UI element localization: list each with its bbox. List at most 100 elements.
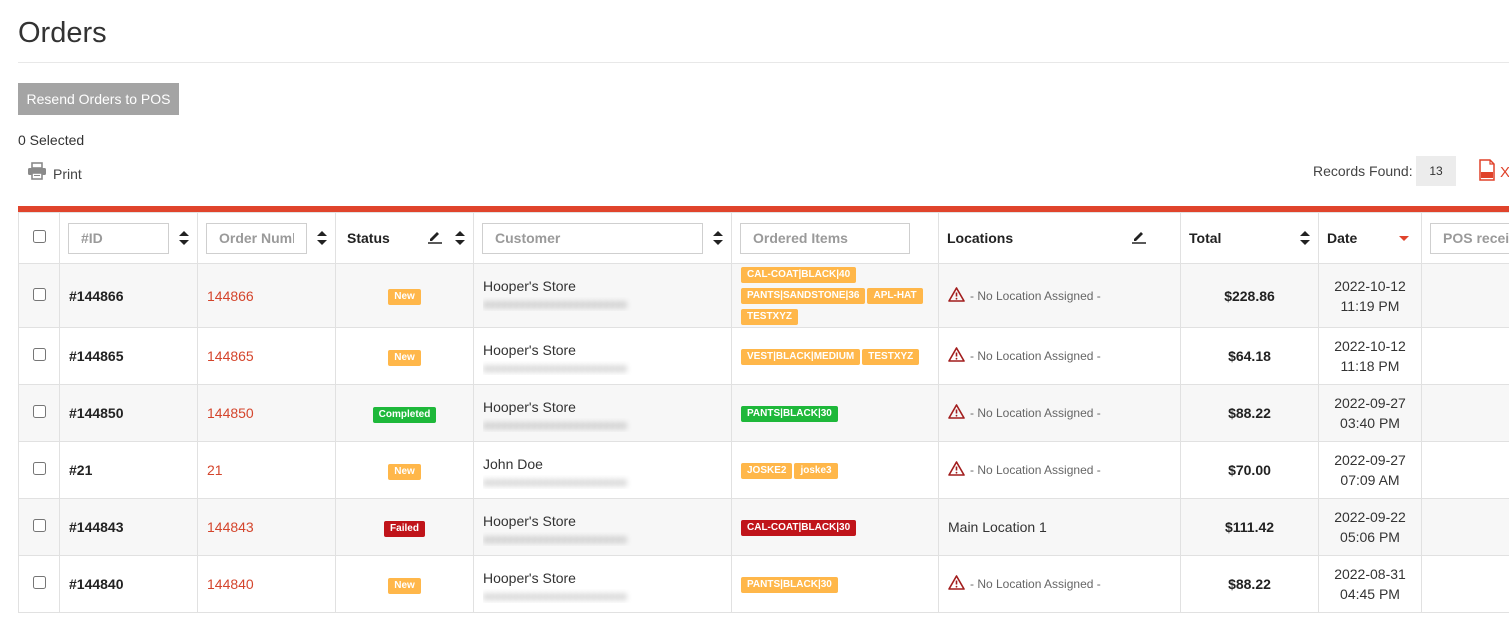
pos-receipt: - — [1421, 555, 1509, 613]
id-filter-input[interactable] — [68, 222, 169, 254]
pos-receipt: - — [1421, 327, 1509, 385]
order-id: #144850 — [59, 384, 198, 442]
order-number-link[interactable]: 144866 — [197, 263, 336, 328]
row-checkbox[interactable] — [32, 405, 46, 418]
order-number-link[interactable]: 144840 — [197, 555, 336, 613]
sort-icon[interactable] — [455, 231, 465, 245]
resend-orders-button[interactable]: Resend Orders to POS — [18, 83, 179, 115]
order-number-link[interactable]: 144865 — [197, 327, 336, 385]
pos-receipt: - — [1421, 498, 1509, 556]
title-divider — [18, 62, 1509, 63]
warning-icon — [948, 461, 965, 479]
sort-icon[interactable] — [317, 231, 327, 245]
order-number-link[interactable]: 144850 — [197, 384, 336, 442]
edit-icon[interactable] — [427, 229, 443, 247]
status-cell: Failed — [335, 498, 474, 556]
status-badge: Failed — [384, 520, 425, 537]
status-cell: New — [335, 555, 474, 613]
customer-cell: Hooper's Store xxxxxxxxxxxxxxxxxxxxxxxx — [473, 327, 732, 385]
customer-cell: Hooper's Store xxxxxxxxxxxxxxxxxxxxxxxx — [473, 555, 732, 613]
ordered-items-cell: PANTS|BLACK|30 — [731, 384, 939, 442]
sort-desc-icon[interactable] — [1399, 235, 1409, 241]
location-cell: - No Location Assigned - — [938, 263, 1181, 328]
order-date-cell: 2022-09-27 07:09 AM — [1318, 441, 1422, 499]
ordered-items-cell: CAL-COAT|BLACK|30 — [731, 498, 939, 556]
order-date: 2022-10-12 — [1334, 338, 1406, 354]
order-date: 2022-10-12 — [1334, 277, 1406, 294]
print-button[interactable]: Print — [27, 162, 82, 185]
order-time: 04:45 PM — [1340, 586, 1400, 602]
item-chip: joske3 — [794, 462, 838, 479]
order-id: #21 — [59, 441, 198, 499]
item-chip: VEST|BLACK|MEDIUM — [741, 348, 861, 365]
item-chip: PANTS|SANDSTONE|36 — [741, 288, 866, 304]
ordered-items-filter-input[interactable] — [740, 222, 910, 254]
customer-cell: Hooper's Store xxxxxxxxxxxxxxxxxxxxxxxx — [473, 263, 732, 328]
customer-email-redacted: xxxxxxxxxxxxxxxxxxxxxxxx — [483, 589, 627, 603]
print-label: Print — [53, 165, 82, 182]
order-date-cell: 2022-10-12 11:19 PM — [1318, 263, 1422, 328]
customer-name: Hooper's Store — [483, 570, 576, 586]
header-status: Status — [335, 212, 474, 264]
order-date-cell: 2022-10-12 11:18 PM — [1318, 327, 1422, 385]
table-row[interactable]: #144840 144840 New Hooper's Store xxxxxx… — [18, 555, 1509, 613]
header-customer — [473, 212, 732, 264]
item-chip: PANTS|BLACK|30 — [741, 576, 838, 593]
customer-filter-input[interactable] — [482, 222, 703, 254]
pos-receipt-filter-input[interactable] — [1430, 222, 1509, 254]
records-found-count: 13 — [1416, 156, 1456, 186]
location-name: Main Location 1 — [948, 519, 1047, 535]
xls-file-icon — [1478, 159, 1496, 186]
order-number-link[interactable]: 21 — [197, 441, 336, 499]
location-cell: - No Location Assigned - — [938, 327, 1181, 385]
table-row[interactable]: #144866 144866 New Hooper's Store xxxxxx… — [18, 263, 1509, 328]
header-order-number — [197, 212, 336, 264]
customer-cell: Hooper's Store xxxxxxxxxxxxxxxxxxxxxxxx — [473, 498, 732, 556]
header-ordered-items — [731, 212, 939, 264]
select-all-checkbox[interactable] — [32, 230, 46, 243]
location-cell: - No Location Assigned - — [938, 384, 1181, 442]
location-cell: - No Location Assigned - — [938, 441, 1181, 499]
sort-icon[interactable] — [713, 231, 723, 245]
order-number-filter-input[interactable] — [206, 222, 307, 254]
no-location-indicator: - No Location Assigned - — [948, 404, 1180, 422]
ordered-items-cell: PANTS|BLACK|30 — [731, 555, 939, 613]
order-date: 2022-09-22 — [1334, 509, 1406, 525]
status-badge: New — [388, 577, 421, 594]
ordered-items-cell: CAL-COAT|BLACK|40 PANTS|SANDSTONE|36 APL-H… — [731, 263, 939, 328]
sort-icon[interactable] — [179, 231, 189, 245]
order-date-cell: 2022-09-27 03:40 PM — [1318, 384, 1422, 442]
row-checkbox[interactable] — [32, 576, 46, 589]
customer-name: Hooper's Store — [483, 342, 576, 358]
sort-icon[interactable] — [1300, 231, 1310, 245]
table-row[interactable]: #144865 144865 New Hooper's Store xxxxxx… — [18, 327, 1509, 385]
order-number-link[interactable]: 144843 — [197, 498, 336, 556]
export-xls-button[interactable]: X — [1478, 159, 1509, 186]
row-select-cell — [18, 384, 60, 442]
date-header-label: Date — [1327, 230, 1358, 246]
order-id: #144866 — [59, 263, 198, 328]
customer-name: Hooper's Store — [483, 513, 576, 529]
row-checkbox[interactable] — [32, 519, 46, 532]
header-date: Date — [1318, 212, 1422, 264]
order-time: 11:19 PM — [1340, 297, 1400, 314]
table-row[interactable]: #144843 144843 Failed Hooper's Store xxx… — [18, 498, 1509, 556]
order-total: $111.42 — [1180, 498, 1319, 556]
customer-name: Hooper's Store — [483, 278, 576, 294]
ordered-items-cell: VEST|BLACK|MEDIUM TESTXYZ — [731, 327, 939, 385]
table-row[interactable]: #144850 144850 Completed Hooper's Store … — [18, 384, 1509, 442]
row-checkbox[interactable] — [32, 287, 46, 301]
customer-email-redacted: xxxxxxxxxxxxxxxxxxxxxxxx — [483, 532, 627, 546]
no-location-indicator: - No Location Assigned - — [948, 347, 1180, 365]
row-select-cell — [18, 263, 60, 328]
table-row[interactable]: #21 21 New John Doe xxxxxxxxxxxxxxxxxxxx… — [18, 441, 1509, 499]
edit-icon[interactable] — [1131, 229, 1147, 247]
row-checkbox[interactable] — [32, 348, 46, 361]
order-time: 03:40 PM — [1340, 415, 1400, 431]
page-title: Orders — [18, 17, 107, 49]
warning-icon — [948, 575, 965, 593]
location-cell: Main Location 1 — [938, 498, 1181, 556]
status-cell: New — [335, 263, 474, 328]
printer-icon — [27, 162, 47, 185]
row-checkbox[interactable] — [32, 462, 46, 475]
